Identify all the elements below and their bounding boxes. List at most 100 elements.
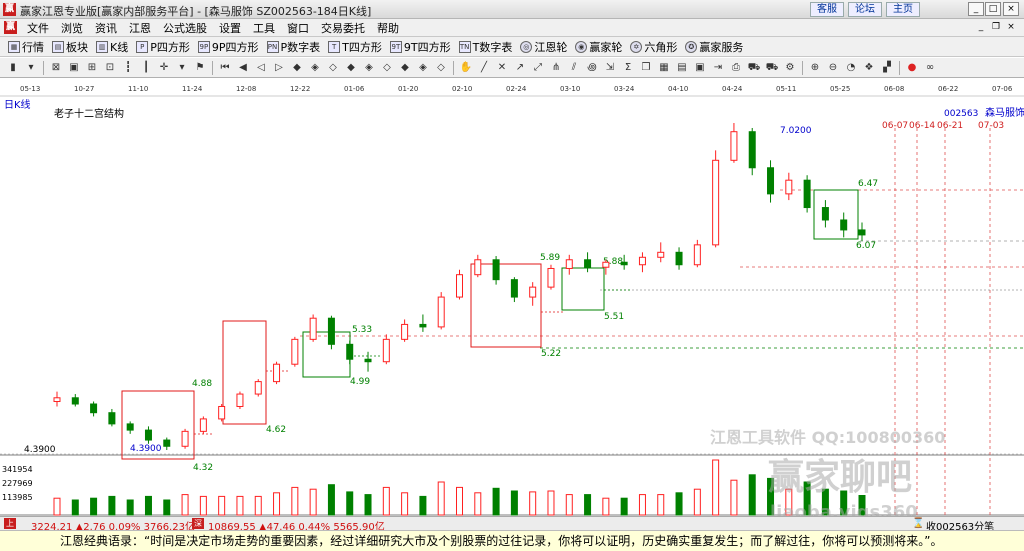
dropdown-icon[interactable]: ▾ (24, 61, 38, 75)
cross-icon[interactable]: ✛ (157, 61, 171, 75)
fan-icon[interactable]: ⋔ (549, 61, 563, 75)
spiral-icon[interactable]: ꩜ (585, 61, 599, 75)
tb-t-square[interactable]: T T四方形 (324, 39, 386, 55)
dial-icon[interactable]: ◔ (844, 61, 858, 75)
ray-icon[interactable]: ↗ (513, 61, 527, 75)
first-icon[interactable]: ⏮ (218, 61, 232, 75)
bar-icon[interactable]: ┇ (121, 61, 135, 75)
tb-kline[interactable]: ▥ K线 (92, 39, 132, 55)
hexagon-icon: ✡ (630, 40, 643, 53)
zoom-out-icon[interactable]: ⊖ (826, 61, 840, 75)
menu-file[interactable]: 文件 (21, 20, 55, 36)
tb-t-table[interactable]: TN T数字表 (455, 39, 517, 55)
chart-icon[interactable]: ▞ (880, 61, 894, 75)
candle-icon[interactable]: ┃ (139, 61, 153, 75)
link-forum[interactable]: 论坛 (848, 2, 882, 17)
tb-9p-square[interactable]: 9P 9P四方形 (194, 39, 263, 55)
diamond-icon[interactable]: ◇ (434, 61, 448, 75)
diamond-icon[interactable]: ◇ (326, 61, 340, 75)
menu-settings[interactable]: 设置 (213, 20, 247, 36)
tb-service[interactable]: ✪ 赢家服务 (681, 39, 747, 55)
vehicle-icon[interactable]: ⛟ (765, 61, 779, 75)
export-icon[interactable]: ⇥ (711, 61, 725, 75)
zoom-in-icon[interactable]: ⊕ (808, 61, 822, 75)
doc-close-icon[interactable]: × (1005, 21, 1017, 33)
compare-icon[interactable]: ⊞ (85, 61, 99, 75)
kline-mode-icon[interactable]: ▮ (6, 61, 20, 75)
cube-icon[interactable]: ❒ (639, 61, 653, 75)
sz-index-icon: 深 (192, 518, 204, 529)
volume-bar (71, 499, 79, 516)
candle-body (474, 259, 482, 276)
period-label: 日K线 (4, 98, 31, 111)
chart-layout-icon[interactable]: ⊠ (49, 61, 63, 75)
print-icon[interactable]: ⎙ (729, 61, 743, 75)
line-icon[interactable]: ╱ (477, 61, 491, 75)
diamond-icon[interactable]: ◆ (290, 61, 304, 75)
menu-gann[interactable]: 江恩 (123, 20, 157, 36)
candle-body (547, 267, 555, 288)
flag-icon[interactable]: ⚑ (193, 61, 207, 75)
menu-trade[interactable]: 交易委托 (315, 20, 371, 36)
diamond-icon[interactable]: ◆ (344, 61, 358, 75)
tb-sector[interactable]: ▤ 板块 (48, 39, 92, 55)
close-icon[interactable]: × (1003, 2, 1019, 16)
save-icon[interactable]: ▣ (693, 61, 707, 75)
hand-icon[interactable]: ✋ (459, 61, 473, 75)
tb-quote[interactable]: ▦ 行情 (4, 39, 48, 55)
arrow-icon[interactable]: ⇲ (603, 61, 617, 75)
minimize-icon[interactable]: _ (968, 2, 984, 16)
sigma-icon[interactable]: Σ (621, 61, 635, 75)
candle-body (419, 323, 427, 328)
cross-line-icon[interactable]: ✕ (495, 61, 509, 75)
maximize-icon[interactable]: □ (985, 2, 1001, 16)
menu-browse[interactable]: 浏览 (55, 20, 89, 36)
diamond-icon[interactable]: ◇ (380, 61, 394, 75)
sh-index-icon: 上 (4, 518, 16, 529)
infinity-icon[interactable]: ∞ (923, 61, 937, 75)
volume-bar (785, 488, 793, 516)
car-icon[interactable]: ⛟ (747, 61, 761, 75)
tb-p-table[interactable]: PN P数字表 (263, 39, 325, 55)
prev-icon[interactable]: ◀ (236, 61, 250, 75)
date-tick-label: 11-24 (182, 85, 203, 93)
diamond-icon[interactable]: ◈ (308, 61, 322, 75)
volume-bar (474, 492, 482, 516)
forward-icon[interactable]: ▷ (272, 61, 286, 75)
diamond-icon[interactable]: ◆ (398, 61, 412, 75)
table-icon[interactable]: ▤ (675, 61, 689, 75)
tb-p-square[interactable]: P P四方形 (132, 39, 194, 55)
grid-icon[interactable]: ▣ (67, 61, 81, 75)
winner-wheel-icon: ◉ (575, 40, 588, 53)
menu-info[interactable]: 资讯 (89, 20, 123, 36)
9p-square-icon: 9P (197, 40, 210, 53)
indicator-icon[interactable]: ⊡ (103, 61, 117, 75)
calendar-icon[interactable]: ▦ (657, 61, 671, 75)
tb-winner-wheel[interactable]: ◉ 赢家轮 (571, 39, 626, 55)
candle-body (748, 131, 756, 169)
channel-icon[interactable]: ⫽ (567, 61, 581, 75)
menu-formula[interactable]: 公式选股 (157, 20, 213, 36)
doc-restore-icon[interactable]: ❐ (990, 21, 1002, 33)
trend-icon[interactable]: ⤢ (531, 61, 545, 75)
candle-body (273, 363, 281, 383)
link-service[interactable]: 客服 (810, 2, 844, 17)
candle-body (163, 439, 171, 447)
date-tick-label: 03-24 (614, 85, 635, 93)
color-ball-icon[interactable]: ● (905, 61, 919, 75)
doc-minimize-icon[interactable]: _ (975, 21, 987, 33)
dropdown-icon[interactable]: ▾ (175, 61, 189, 75)
menu-help[interactable]: 帮助 (371, 20, 405, 36)
back-icon[interactable]: ◁ (254, 61, 268, 75)
setup-icon[interactable]: ⚙ (783, 61, 797, 75)
tb-gann-wheel[interactable]: ◎ 江恩轮 (516, 39, 571, 55)
kline-chart[interactable]: 05-13 10-27 11-10 11-24 12-08 12-22 01-06 01-20… (0, 78, 1024, 516)
menu-tools[interactable]: 工具 (247, 20, 281, 36)
tb-9t-square[interactable]: 9T 9T四方形 (386, 39, 455, 55)
diamond-icon[interactable]: ◈ (362, 61, 376, 75)
palette-icon[interactable]: ❖ (862, 61, 876, 75)
tb-hexagon[interactable]: ✡ 六角形 (626, 39, 681, 55)
diamond-icon[interactable]: ◈ (416, 61, 430, 75)
menu-window[interactable]: 窗口 (281, 20, 315, 36)
link-home[interactable]: 主页 (886, 2, 920, 17)
